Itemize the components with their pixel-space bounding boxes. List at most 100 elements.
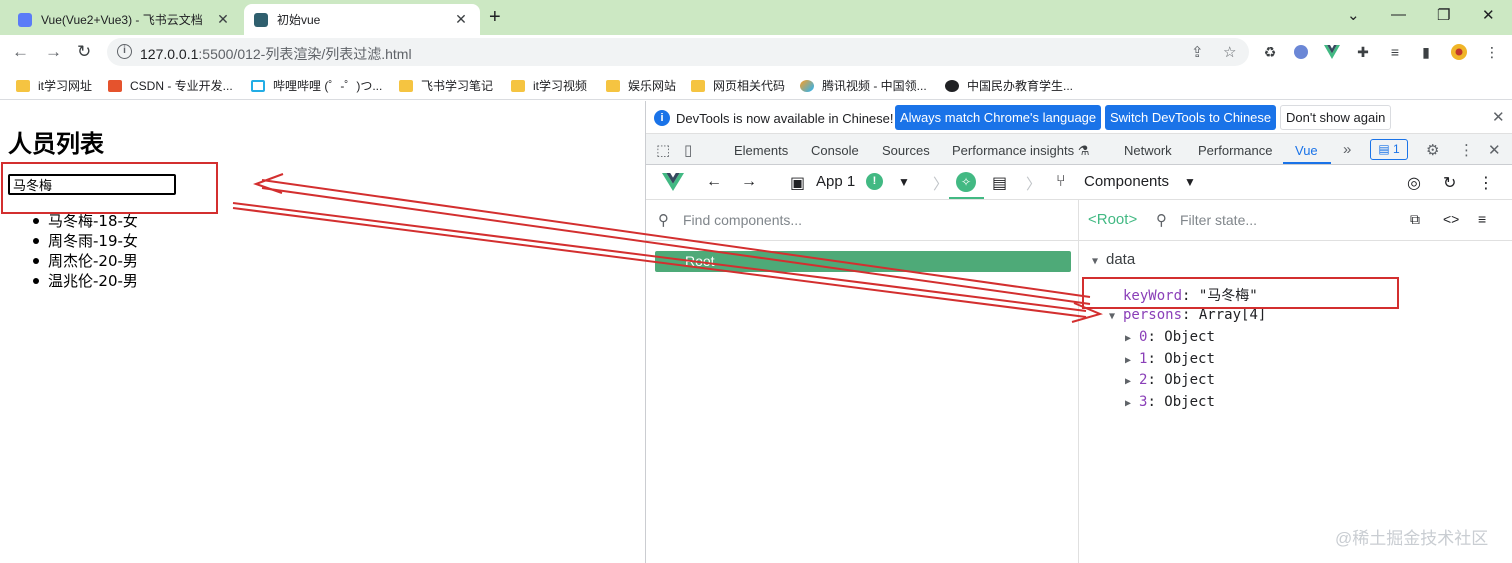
- tab-performance[interactable]: Performance: [1198, 143, 1272, 158]
- bookmark-item[interactable]: 哔哩哔哩 (゜-゜)つ...: [251, 77, 382, 94]
- site-info-icon[interactable]: i: [117, 44, 132, 59]
- close-window-icon[interactable]: ✕: [1482, 6, 1495, 24]
- switch-language-button[interactable]: Switch DevTools to Chinese: [1105, 105, 1277, 130]
- devtools-infobar: i DevTools is now available in Chinese! …: [646, 101, 1512, 134]
- compass-icon[interactable]: ✧: [956, 172, 976, 192]
- gear-icon[interactable]: ⚙: [1426, 141, 1439, 159]
- state-row-item[interactable]: ▶ 1: Object: [1125, 351, 1215, 367]
- device-toolbar-icon[interactable]: ▯: [684, 141, 692, 159]
- state-row-persons[interactable]: ▼ persons: Array[4]: [1109, 307, 1266, 323]
- more-vert-icon[interactable]: ⋮: [1483, 43, 1501, 61]
- bookmark-item[interactable]: 娱乐网站: [606, 77, 676, 94]
- dont-show-again-button[interactable]: Don't show again: [1280, 105, 1392, 130]
- bookmark-item[interactable]: it学习视频: [511, 77, 587, 94]
- expand-triangle-icon: ▶: [1125, 398, 1132, 409]
- timeline-icon[interactable]: ▤: [992, 173, 1007, 193]
- close-icon[interactable]: ✕: [1488, 141, 1501, 159]
- bookmark-item[interactable]: 网页相关代码: [691, 77, 785, 94]
- bookmark-label: 腾讯视频 - 中国领...: [822, 79, 927, 93]
- folder-icon: [691, 79, 705, 92]
- back-icon[interactable]: ←: [12, 42, 29, 62]
- chevron-down-icon[interactable]: ▼: [1184, 175, 1196, 189]
- restore-icon[interactable]: ❐: [1437, 6, 1450, 24]
- open-in-editor-icon[interactable]: ⧉: [1410, 211, 1420, 228]
- tab-performance-insights[interactable]: Performance insights ⚗: [952, 143, 1089, 159]
- tab-console[interactable]: Console: [811, 143, 859, 158]
- browser-tab-active[interactable]: 初始vue ✕: [244, 4, 480, 35]
- recycle-extension-icon[interactable]: ♻: [1261, 43, 1279, 61]
- state-row-item[interactable]: ▶ 2: Object: [1125, 372, 1215, 388]
- state-row-item[interactable]: ▶ 0: Object: [1125, 329, 1215, 345]
- devtools-panel: i DevTools is now available in Chinese! …: [645, 101, 1512, 563]
- refresh-icon[interactable]: ↻: [1443, 173, 1456, 193]
- search-icon: ⚲: [658, 212, 669, 229]
- inspect-element-icon[interactable]: ⬚: [656, 141, 670, 159]
- bookmark-item[interactable]: 飞书学习笔记: [399, 77, 493, 94]
- vue-devtools-icon[interactable]: [1323, 43, 1341, 61]
- bookmark-label: CSDN - 专业开发...: [130, 79, 233, 93]
- share-icon[interactable]: ⇪: [1191, 43, 1204, 61]
- app-selector[interactable]: App 1: [816, 173, 855, 190]
- more-vert-icon[interactable]: ⋮: [1478, 173, 1494, 193]
- bookmark-item[interactable]: 腾讯视频 - 中国领...: [800, 77, 927, 94]
- expand-triangle-icon: ▶: [1125, 333, 1132, 344]
- component-tree-root[interactable]: Root: [655, 251, 1071, 272]
- app-selector-icon[interactable]: ▣: [790, 173, 805, 193]
- puzzle-extensions-icon[interactable]: ✚: [1354, 43, 1372, 61]
- item-index: 2: [1139, 372, 1148, 388]
- expand-icon[interactable]: ≡: [1478, 211, 1486, 227]
- match-language-button[interactable]: Always match Chrome's language: [895, 105, 1102, 130]
- issues-count: 1: [1392, 142, 1400, 156]
- section-data[interactable]: ▼ data: [1092, 251, 1135, 268]
- find-components-input[interactable]: Find components...: [683, 212, 802, 228]
- close-icon[interactable]: ✕: [214, 11, 232, 28]
- reload-icon[interactable]: ↻: [77, 42, 91, 62]
- close-icon[interactable]: ✕: [452, 11, 470, 28]
- code-icon[interactable]: <>: [1443, 211, 1459, 227]
- address-bar[interactable]: i 127.0.0.1:5500/012-列表渲染/列表过滤.html ⇪ ☆: [107, 38, 1249, 66]
- item-value: Object: [1164, 394, 1215, 410]
- active-view-indicator: [949, 197, 984, 199]
- star-icon[interactable]: ☆: [1223, 43, 1236, 61]
- tab-label: Performance insights: [952, 143, 1075, 158]
- tab-elements[interactable]: Elements: [734, 143, 788, 158]
- target-icon[interactable]: ◎: [1407, 173, 1421, 193]
- globe-icon: [945, 79, 959, 92]
- tab-sources[interactable]: Sources: [882, 143, 930, 158]
- state-value: Array[4]: [1198, 307, 1267, 323]
- filter-state-input[interactable]: Filter state...: [1180, 212, 1257, 228]
- chevron-down-icon[interactable]: ⌄: [1347, 6, 1360, 24]
- components-pane: ⚲ Find components... Root: [646, 200, 1079, 563]
- bookmark-item[interactable]: 中国民办教育学生...: [945, 77, 1073, 94]
- tab-network[interactable]: Network: [1124, 143, 1172, 158]
- state-row-item[interactable]: ▶ 3: Object: [1125, 394, 1215, 410]
- side-panel-icon[interactable]: ▮: [1417, 43, 1435, 61]
- annotation-box-input: [1, 162, 218, 214]
- avatar[interactable]: [1450, 43, 1468, 61]
- chevron-down-icon[interactable]: ▼: [898, 175, 910, 189]
- bookmark-label: 飞书学习笔记: [421, 79, 494, 93]
- back-icon[interactable]: ←: [706, 173, 722, 191]
- minimize-icon[interactable]: —: [1391, 6, 1406, 23]
- components-selector[interactable]: Components: [1084, 173, 1169, 190]
- forward-icon[interactable]: →: [45, 42, 62, 62]
- edge-extension-icon[interactable]: [1292, 43, 1310, 61]
- more-tabs-icon[interactable]: »: [1343, 141, 1351, 158]
- folder-icon: [511, 79, 525, 92]
- url-text[interactable]: 127.0.0.1:5500/012-列表渲染/列表过滤.html: [140, 44, 412, 64]
- bookmark-item[interactable]: CSDN - 专业开发...: [108, 77, 233, 94]
- new-tab-icon[interactable]: +: [489, 6, 501, 29]
- bookmark-item[interactable]: it学习网址: [16, 77, 92, 94]
- state-inspector-pane: <Root> ⚲ Filter state... ⧉ <> ≡ ▼ data ke…: [1079, 200, 1512, 563]
- item-value: Object: [1164, 351, 1215, 367]
- forward-icon[interactable]: →: [741, 173, 757, 191]
- tab-vue[interactable]: Vue: [1295, 143, 1318, 158]
- more-vert-icon[interactable]: ⋮: [1459, 141, 1474, 159]
- issues-badge[interactable]: ▤ 1: [1370, 139, 1408, 160]
- separator: 〉: [933, 176, 949, 193]
- media-icon[interactable]: ≡: [1386, 43, 1404, 61]
- page-title: 人员列表: [8, 130, 104, 158]
- browser-tab-feishu[interactable]: Vue(Vue2+Vue3) - 飞书云文档 ✕: [8, 4, 242, 35]
- bookmark-label: 哔哩哔哩 (゜-゜)つ...: [273, 79, 383, 93]
- close-icon[interactable]: ✕: [1492, 108, 1505, 126]
